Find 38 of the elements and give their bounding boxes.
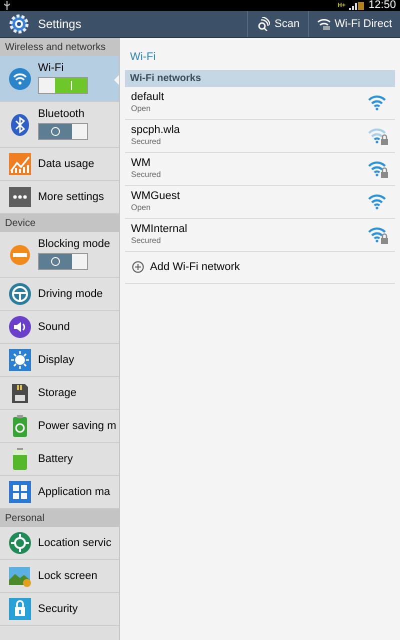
chart-icon [8, 152, 32, 176]
wifi-direct-button[interactable]: Wi-Fi Direct [308, 11, 400, 37]
speaker-icon [8, 315, 32, 339]
section-header: Device [0, 214, 119, 232]
settings-icon [8, 13, 30, 35]
app-title: Settings [38, 16, 82, 33]
usb-icon [4, 1, 10, 10]
pane-title: Wi-Fi [129, 50, 157, 65]
add-network-button[interactable]: Add Wi-Fi network [125, 252, 395, 284]
section-header: Personal [0, 509, 119, 527]
bluetooth-icon [8, 112, 32, 136]
scan-button[interactable]: Scan [247, 11, 308, 37]
add-icon [132, 261, 144, 273]
network-item[interactable]: default Open [125, 86, 395, 120]
sun-icon [8, 348, 32, 372]
scan-icon [256, 17, 270, 31]
network-item[interactable]: WMGuest Open [125, 186, 395, 218]
section-header: Wi-Fi networks [125, 70, 395, 86]
dots-icon [8, 185, 32, 209]
wifi-icon [316, 18, 331, 30]
padlock-icon [8, 597, 32, 621]
toggle-switch[interactable] [38, 123, 88, 140]
network-item[interactable]: WM Secured [125, 152, 395, 186]
sidebar-item[interactable]: Wi-Fi [0, 56, 119, 102]
grid-icon [8, 480, 32, 504]
clock: 12:50 [368, 0, 396, 11]
steering-wheel-icon [8, 282, 32, 306]
landscape-lock-icon [8, 564, 32, 588]
network-item[interactable]: WMInternal Secured [125, 218, 395, 252]
toggle-switch[interactable] [38, 253, 88, 270]
section-header: Wireless and networks [0, 38, 119, 56]
target-icon [8, 531, 32, 555]
notification-icon [358, 1, 364, 10]
network-item[interactable]: spcph.wla Secured [125, 120, 395, 152]
toggle-switch[interactable] [38, 77, 88, 94]
signal-icon [349, 1, 358, 10]
no-entry-icon [8, 242, 32, 266]
wifi-icon [8, 66, 32, 90]
